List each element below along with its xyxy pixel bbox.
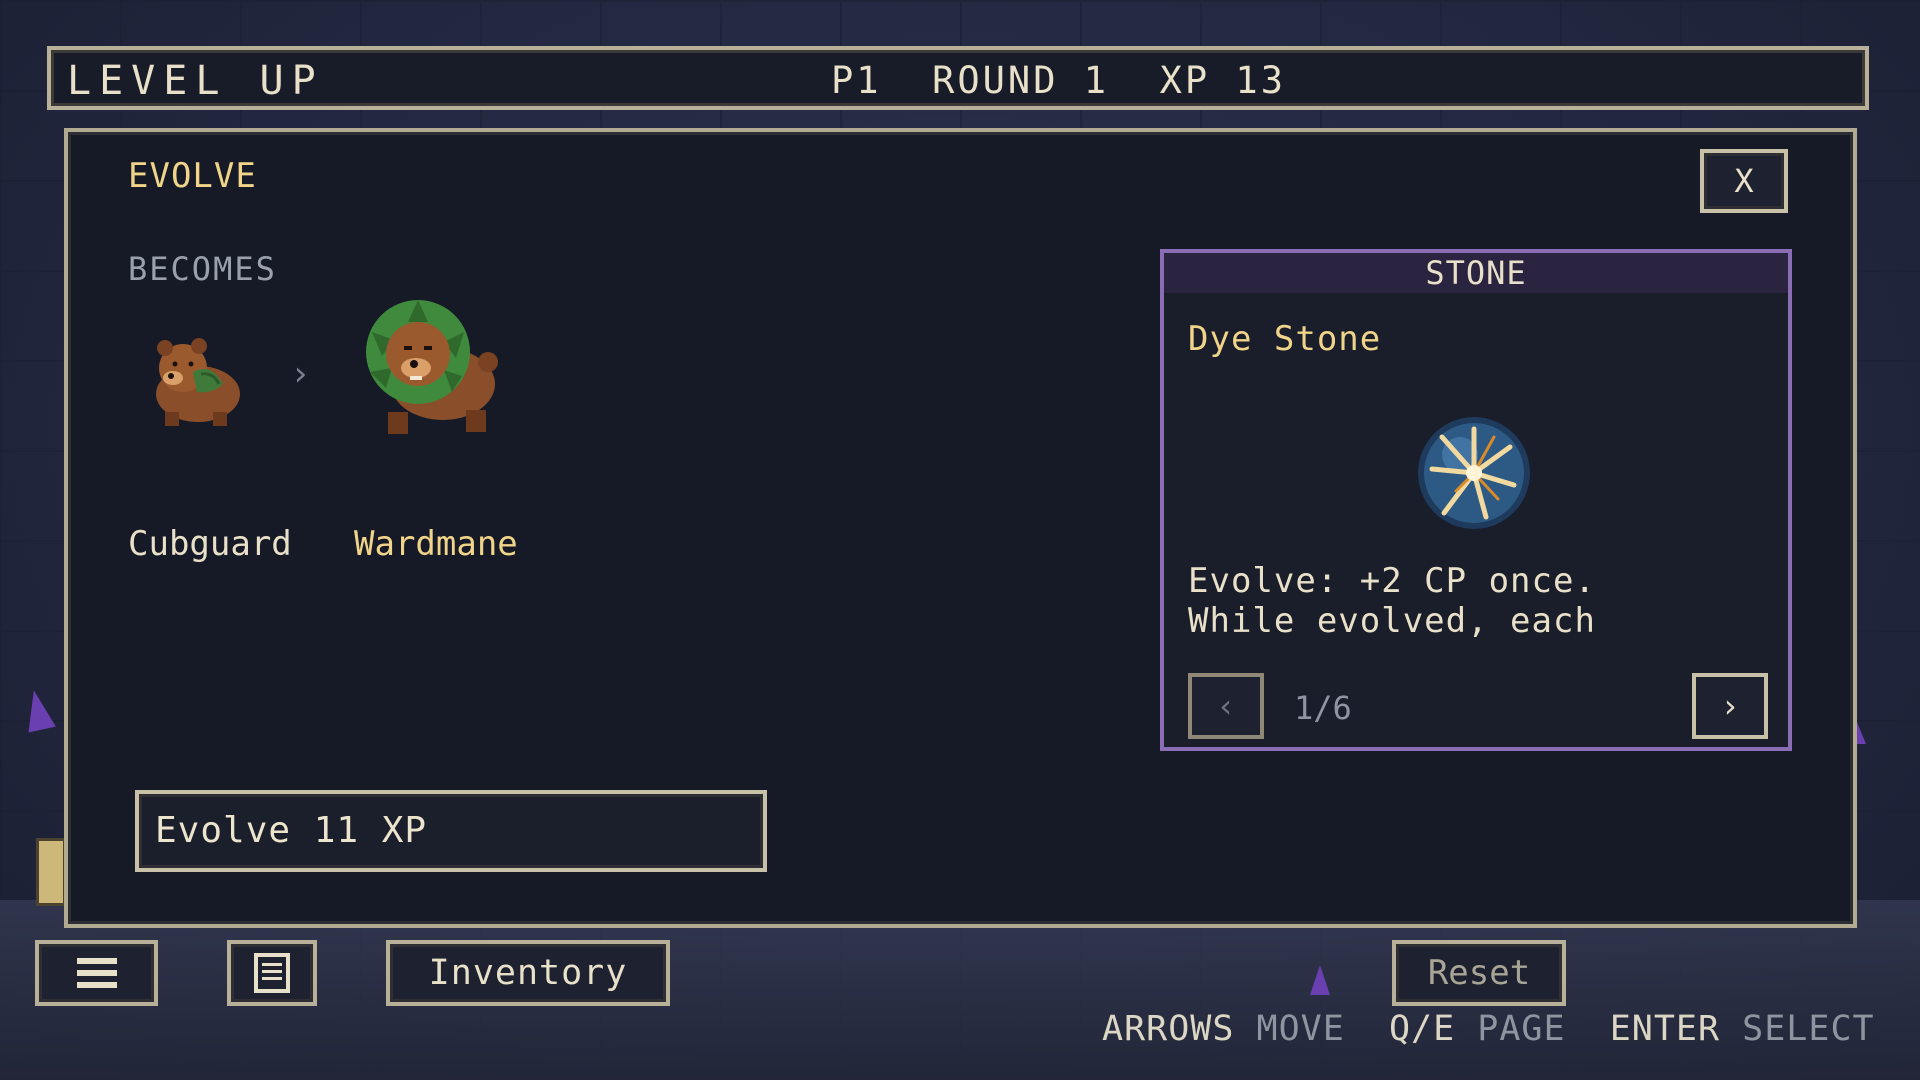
description-line: Evolve: +2 CP once. (1188, 561, 1596, 601)
card-category: STONE (1164, 253, 1788, 293)
panel-title: EVOLVE (128, 156, 257, 196)
evolve-arrow-icon: › (290, 354, 311, 394)
description-line: While evolved, each (1188, 601, 1596, 641)
hint-action: MOVE (1256, 1009, 1345, 1049)
log-button[interactable] (227, 940, 317, 1006)
stone-description: Evolve: +2 CP once. While evolved, each (1188, 561, 1596, 641)
reset-button[interactable]: Reset (1392, 940, 1566, 1006)
round-stats: P1 ROUND 1 XP 13 (831, 59, 1286, 102)
prev-page-button[interactable]: ‹ (1188, 673, 1264, 739)
hamburger-icon (76, 958, 117, 988)
becomes-label: BECOMES (128, 250, 277, 288)
chevron-right-icon: › (1720, 687, 1740, 725)
next-page-button[interactable]: › (1692, 673, 1768, 739)
hint-action: PAGE (1477, 1009, 1566, 1049)
dye-stone-icon (1418, 417, 1530, 529)
evolve-button-label: Evolve 11 XP (155, 810, 428, 851)
wardmane-sprite (366, 300, 498, 434)
chevron-left-icon: ‹ (1216, 687, 1236, 725)
close-button[interactable]: X (1700, 149, 1788, 213)
hint-key: ARROWS (1102, 1009, 1235, 1049)
hint-key: Q/E (1388, 1009, 1456, 1049)
stone-card: STONE Dye Stone Evolve: +2 CP once. Whil… (1160, 249, 1792, 751)
document-icon (254, 953, 290, 993)
to-creature-name: Wardmane (354, 524, 518, 564)
menu-button[interactable] (35, 940, 158, 1006)
top-bar: LEVEL UP P1 ROUND 1 XP 13 (47, 46, 1869, 110)
from-creature-name: Cubguard (128, 524, 292, 564)
evolve-button[interactable]: Evolve 11 XP (135, 790, 767, 872)
crystal-decoration (1310, 965, 1330, 995)
screen-title: LEVEL UP (67, 58, 324, 104)
inventory-button[interactable]: Inventory (386, 940, 670, 1006)
hint-key: ENTER (1609, 1009, 1721, 1049)
stone-name: Dye Stone (1188, 319, 1382, 359)
cubguard-sprite (156, 338, 240, 426)
hint-action: SELECT (1742, 1009, 1875, 1049)
page-indicator: 1/6 (1294, 689, 1352, 727)
evolve-panel: EVOLVE X BECOMES › Cubguard Wardmane Evo… (64, 128, 1857, 928)
side-tab (36, 838, 66, 906)
control-hints: ARROWS MOVE Q/E PAGE ENTER SELECT (1102, 1009, 1875, 1049)
